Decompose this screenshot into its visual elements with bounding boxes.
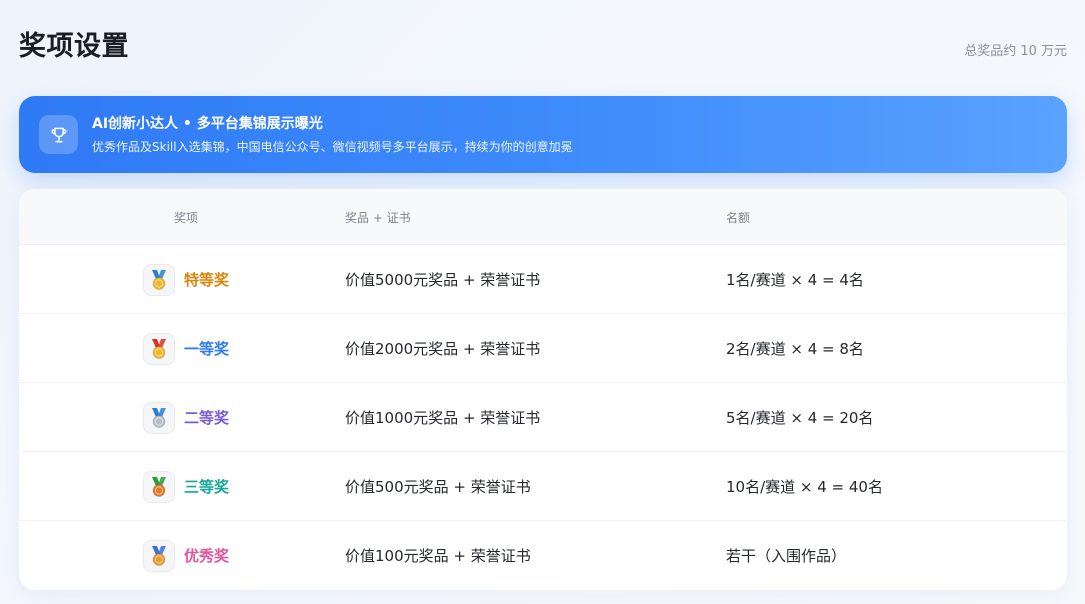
prize-description: 价值5000元奖品 + 荣誉证书	[345, 271, 541, 289]
prize-description: 价值2000元奖品 + 荣誉证书	[345, 340, 541, 358]
column-header-award: 奖项	[174, 211, 199, 225]
medal-icon	[143, 540, 175, 572]
quota-description: 10名/赛道 × 4 = 40名	[726, 478, 883, 496]
quota-description: 1名/赛道 × 4 = 4名	[726, 271, 864, 289]
table-header: 奖项 奖品 + 证书 名额	[19, 189, 1067, 245]
medal-icon	[143, 264, 175, 296]
column-header-prize: 奖品 + 证书	[345, 211, 411, 225]
quota-description: 2名/赛道 × 4 = 8名	[726, 340, 864, 358]
banner-subtitle: 优秀作品及Skill入选集锦，中国电信公众号、微信视频号多平台展示，持续为你的创…	[92, 140, 573, 154]
award-name: 三等奖	[184, 478, 230, 496]
medal-icon	[143, 402, 175, 434]
promo-banner: AI创新小达人 • 多平台集锦展示曝光 优秀作品及Skill入选集锦，中国电信公…	[19, 96, 1067, 173]
prize-description: 价值500元奖品 + 荣誉证书	[345, 478, 531, 496]
medal-icon	[143, 471, 175, 503]
award-name: 优秀奖	[184, 547, 230, 565]
table-row: 二等奖 价值1000元奖品 + 荣誉证书 5名/赛道 × 4 = 20名	[19, 383, 1067, 452]
prize-description: 价值1000元奖品 + 荣誉证书	[345, 409, 541, 427]
table-row: 优秀奖 价值100元奖品 + 荣誉证书 若干（入围作品）	[19, 521, 1067, 590]
banner-title: AI创新小达人 • 多平台集锦展示曝光	[92, 116, 323, 132]
quota-description: 若干（入围作品）	[726, 547, 847, 565]
medal-icon	[143, 333, 175, 365]
trophy-icon	[39, 115, 78, 154]
table-row: 一等奖 价值2000元奖品 + 荣誉证书 2名/赛道 × 4 = 8名	[19, 314, 1067, 383]
award-name: 特等奖	[184, 271, 230, 289]
table-row: 特等奖 价值5000元奖品 + 荣誉证书 1名/赛道 × 4 = 4名	[19, 245, 1067, 314]
quota-description: 5名/赛道 × 4 = 20名	[726, 409, 874, 427]
prize-description: 价值100元奖品 + 荣誉证书	[345, 547, 531, 565]
award-name: 一等奖	[184, 340, 230, 358]
table-row: 三等奖 价值500元奖品 + 荣誉证书 10名/赛道 × 4 = 40名	[19, 452, 1067, 521]
page-title: 奖项设置	[19, 31, 129, 62]
total-prize-note: 总奖品约 10 万元	[964, 44, 1067, 59]
awards-table: 奖项 奖品 + 证书 名额 特等奖 价值5000元奖品 + 荣誉证书 1名/赛道 ×…	[19, 189, 1067, 590]
page-header: 奖项设置 总奖品约 10 万元	[19, 30, 1067, 64]
award-name: 二等奖	[184, 409, 230, 427]
column-header-quota: 名额	[726, 211, 751, 225]
